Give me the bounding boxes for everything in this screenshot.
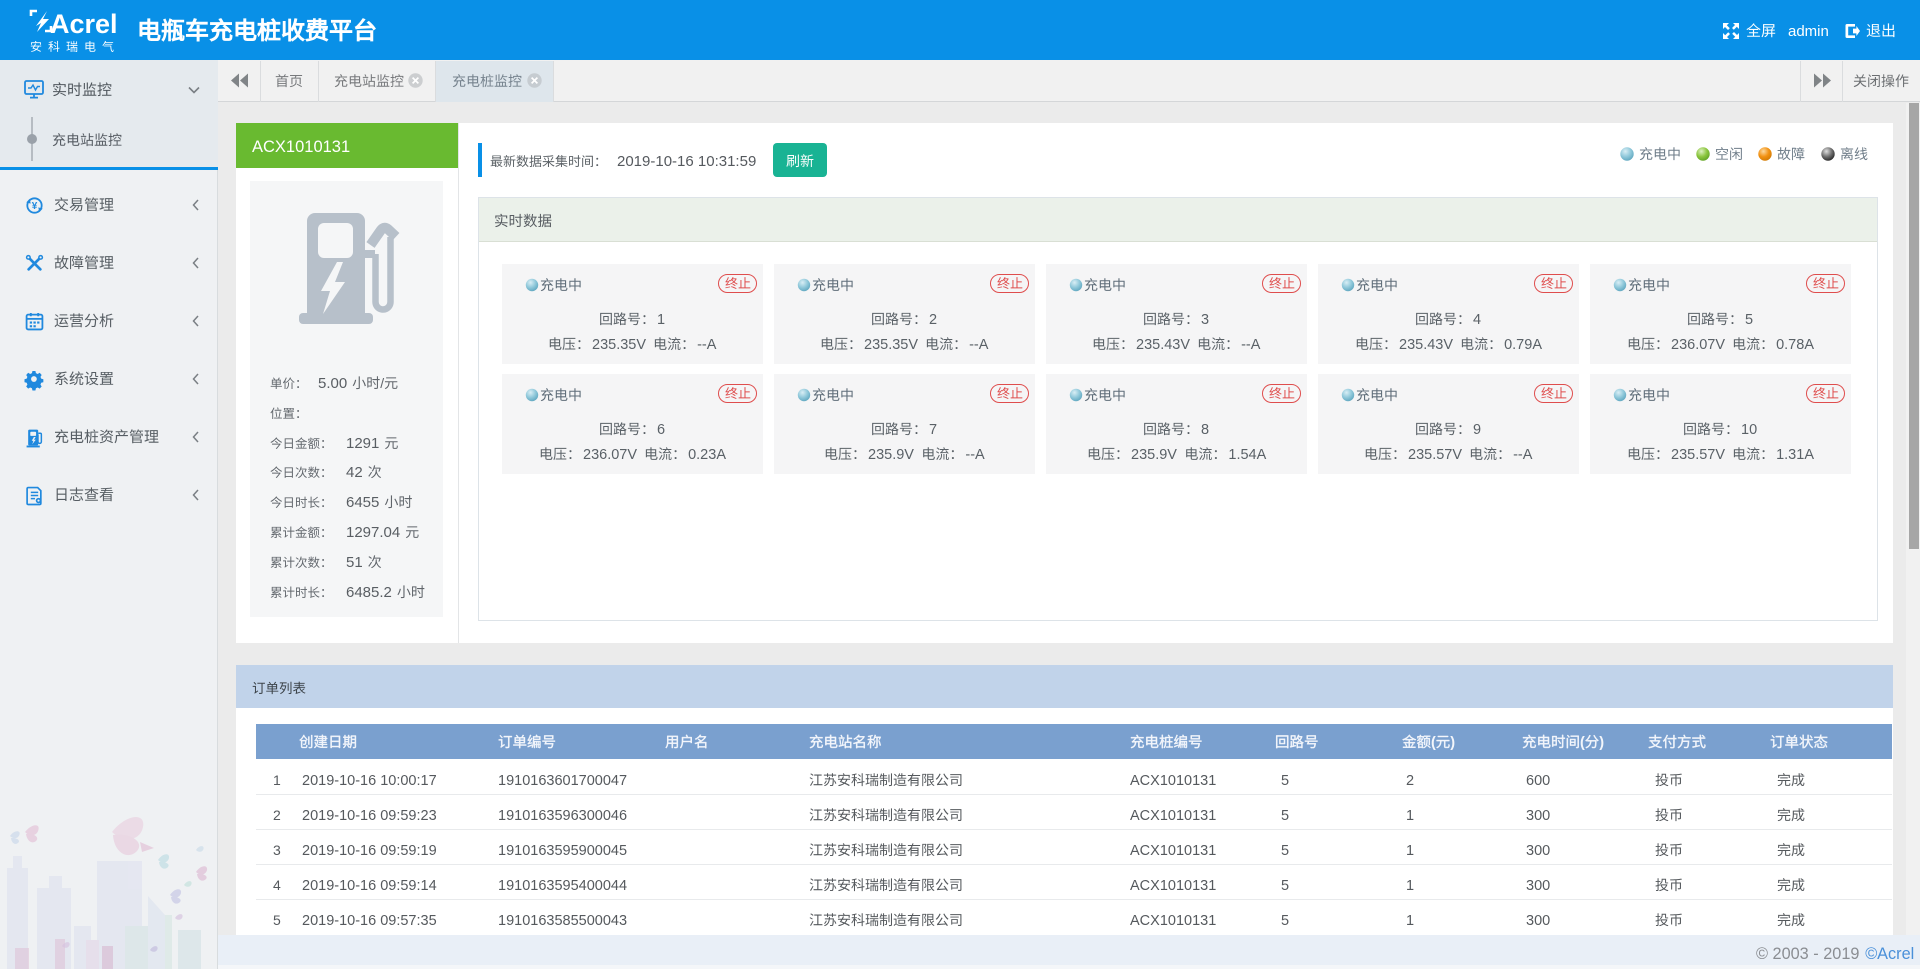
svg-text:2019-10-16 09:57:35: 2019-10-16 09:57:35 xyxy=(302,913,437,929)
svg-text:ACX1010131: ACX1010131 xyxy=(1130,843,1216,859)
svg-text:1910163595400044: 1910163595400044 xyxy=(498,878,627,894)
svg-text:3: 3 xyxy=(1201,312,1209,328)
svg-text:0.78A: 0.78A xyxy=(1776,337,1814,353)
svg-text:1.31A: 1.31A xyxy=(1776,447,1814,463)
svg-text:5: 5 xyxy=(1281,878,1289,894)
svg-text:235.43V: 235.43V xyxy=(1136,337,1190,353)
svg-text:--A: --A xyxy=(965,447,985,463)
svg-text:300: 300 xyxy=(1526,808,1550,824)
svg-text:--A: --A xyxy=(969,337,989,353)
svg-text:ACX1010131: ACX1010131 xyxy=(252,138,350,156)
svg-text:1: 1 xyxy=(657,312,665,328)
svg-text:6485.2: 6485.2 xyxy=(346,584,392,601)
svg-text:Acrel: Acrel xyxy=(50,9,118,39)
svg-text:4: 4 xyxy=(273,877,281,893)
svg-text:): ) xyxy=(1599,735,1604,751)
svg-text:2019-10-16 09:59:14: 2019-10-16 09:59:14 xyxy=(302,878,437,894)
svg-text:10: 10 xyxy=(1741,422,1757,438)
svg-text:51: 51 xyxy=(346,554,363,571)
svg-text:1: 1 xyxy=(1406,913,1414,929)
svg-text:1: 1 xyxy=(273,772,281,788)
svg-text:235.35V: 235.35V xyxy=(592,337,646,353)
svg-text:235.35V: 235.35V xyxy=(864,337,918,353)
svg-text:2019-10-16 10:00:17: 2019-10-16 10:00:17 xyxy=(302,773,437,789)
svg-text:300: 300 xyxy=(1526,878,1550,894)
svg-text:2: 2 xyxy=(1406,773,1414,789)
svg-text:2019-10-16 09:59:19: 2019-10-16 09:59:19 xyxy=(302,843,437,859)
svg-text:5: 5 xyxy=(273,912,281,928)
svg-text:©Acrel: ©Acrel xyxy=(1865,945,1914,963)
svg-text:0.23A: 0.23A xyxy=(688,447,726,463)
svg-text:2019-10-16 10:31:59: 2019-10-16 10:31:59 xyxy=(617,153,756,170)
svg-text:4: 4 xyxy=(1473,312,1481,328)
svg-text:8: 8 xyxy=(1201,422,1209,438)
svg-text:1291: 1291 xyxy=(346,435,379,452)
svg-text:2: 2 xyxy=(929,312,937,328)
svg-text:1910163601700047: 1910163601700047 xyxy=(498,773,627,789)
svg-text:--A: --A xyxy=(1513,447,1533,463)
svg-text:0.79A: 0.79A xyxy=(1504,337,1542,353)
svg-text:1: 1 xyxy=(1406,878,1414,894)
svg-text:¥: ¥ xyxy=(32,201,38,212)
svg-text:5: 5 xyxy=(1745,312,1753,328)
svg-text:(: ( xyxy=(1431,735,1436,751)
svg-text:9: 9 xyxy=(1473,422,1481,438)
svg-text:7: 7 xyxy=(929,422,937,438)
svg-text:): ) xyxy=(1450,735,1455,751)
svg-text:5: 5 xyxy=(1281,773,1289,789)
svg-text:5: 5 xyxy=(1281,843,1289,859)
svg-text:1910163595900045: 1910163595900045 xyxy=(498,843,627,859)
svg-text:--A: --A xyxy=(1241,337,1261,353)
svg-text:235.9V: 235.9V xyxy=(868,447,914,463)
svg-text:300: 300 xyxy=(1526,913,1550,929)
svg-text:42: 42 xyxy=(346,464,363,481)
svg-text:2019-10-16 09:59:23: 2019-10-16 09:59:23 xyxy=(302,808,437,824)
svg-text:1: 1 xyxy=(1406,808,1414,824)
svg-text:(: ( xyxy=(1580,735,1585,751)
svg-text:1910163596300046: 1910163596300046 xyxy=(498,808,627,824)
svg-text:© 2003 - 2019: © 2003 - 2019 xyxy=(1756,945,1864,963)
svg-text:1.54A: 1.54A xyxy=(1228,447,1266,463)
svg-text:236.07V: 236.07V xyxy=(1671,337,1725,353)
svg-text:3: 3 xyxy=(273,842,281,858)
svg-text:/: / xyxy=(380,375,384,391)
svg-text:5: 5 xyxy=(1281,808,1289,824)
svg-text:235.57V: 235.57V xyxy=(1408,447,1462,463)
svg-text:300: 300 xyxy=(1526,843,1550,859)
svg-text:5: 5 xyxy=(1281,913,1289,929)
svg-text:1297.04: 1297.04 xyxy=(346,524,400,541)
svg-text:admin: admin xyxy=(1788,23,1829,40)
svg-text:1: 1 xyxy=(1406,843,1414,859)
svg-text:6: 6 xyxy=(657,422,665,438)
svg-text:235.9V: 235.9V xyxy=(1131,447,1177,463)
svg-text:236.07V: 236.07V xyxy=(583,447,637,463)
svg-text:6455: 6455 xyxy=(346,494,379,511)
svg-text:--A: --A xyxy=(697,337,717,353)
svg-text:ACX1010131: ACX1010131 xyxy=(1130,878,1216,894)
svg-text:2: 2 xyxy=(273,807,281,823)
svg-text:ACX1010131: ACX1010131 xyxy=(1130,773,1216,789)
svg-text:ACX1010131: ACX1010131 xyxy=(1130,913,1216,929)
svg-text:600: 600 xyxy=(1526,773,1550,789)
svg-text:1910163585500043: 1910163585500043 xyxy=(498,913,627,929)
svg-text:235.57V: 235.57V xyxy=(1671,447,1725,463)
svg-text:235.43V: 235.43V xyxy=(1399,337,1453,353)
svg-text:ACX1010131: ACX1010131 xyxy=(1130,808,1216,824)
svg-text:5.00: 5.00 xyxy=(318,375,347,392)
